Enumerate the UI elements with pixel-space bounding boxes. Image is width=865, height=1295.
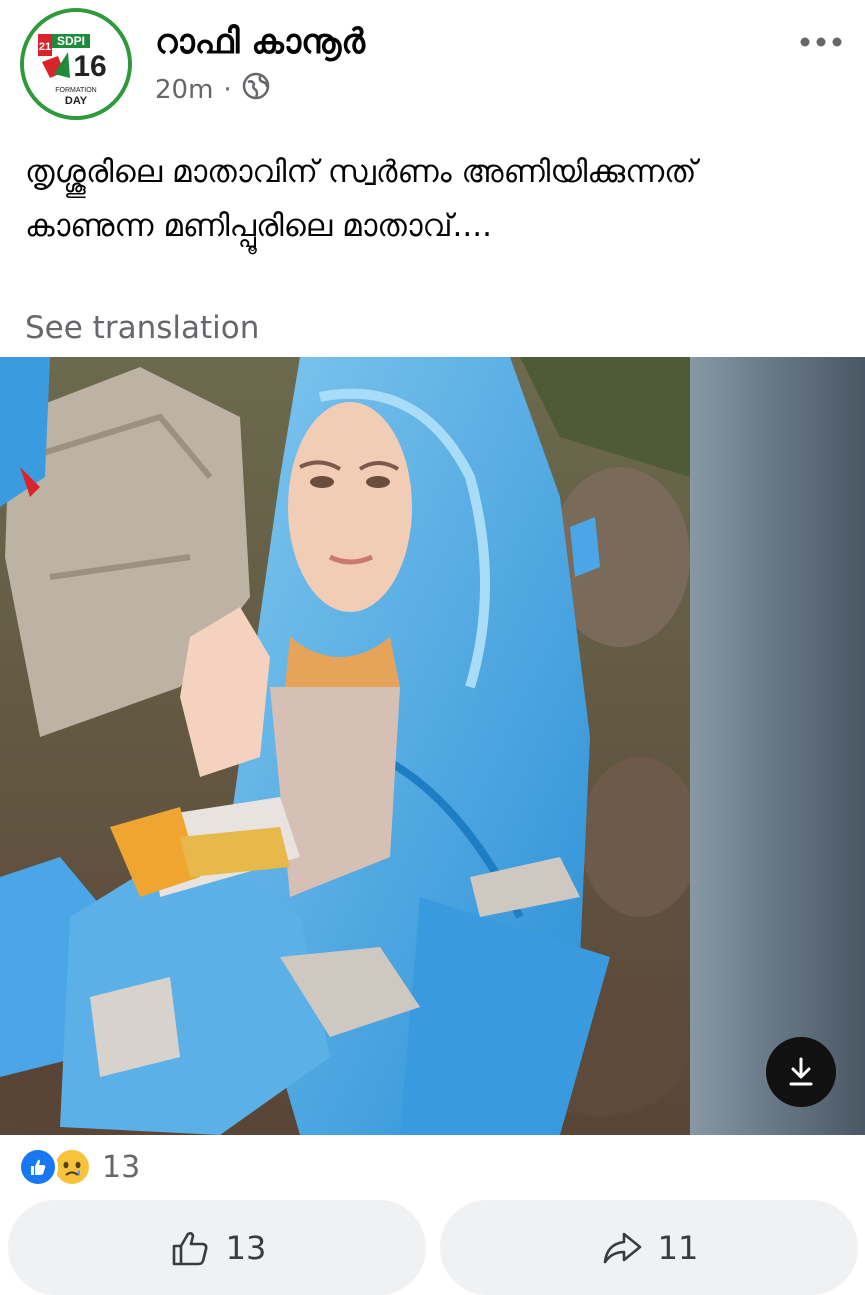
post-text: തൃശ്ശൂരിലെ മാതാവിന് സ്വർണം അണിയിക്കുന്നത… — [25, 154, 697, 244]
like-reaction-icon — [18, 1147, 58, 1187]
avatar[interactable]: 21 SDPI 16 FORMATION DAY — [20, 8, 132, 120]
share-icon — [603, 1232, 641, 1263]
reactions-summary[interactable]: 13 — [18, 1145, 140, 1189]
share-button[interactable]: 11 — [440, 1200, 858, 1295]
post-photo[interactable] — [0, 357, 865, 1135]
logo-day: DAY — [65, 95, 88, 107]
see-translation-link[interactable]: See translation — [25, 310, 259, 346]
meta-separator: · — [223, 74, 232, 105]
logo-21: 21 — [39, 41, 51, 53]
download-button[interactable] — [766, 1037, 836, 1107]
logo-16: 16 — [73, 50, 106, 83]
share-count: 11 — [657, 1228, 699, 1267]
statue-photo — [0, 357, 865, 1135]
reaction-count: 13 — [102, 1149, 141, 1185]
logo-formation: FORMATION — [55, 87, 96, 94]
logo-brand: SDPI — [57, 34, 85, 48]
globe-icon — [242, 72, 270, 107]
like-button[interactable]: 13 — [8, 1200, 426, 1295]
post-time[interactable]: 20m — [155, 75, 213, 105]
post-meta: 20m · — [155, 72, 270, 107]
author-name[interactable]: റാഫി കാനൂർ — [155, 22, 365, 62]
more-options-icon[interactable] — [799, 20, 843, 64]
post-header: 21 SDPI 16 FORMATION DAY റാഫി കാനൂർ 20m … — [0, 0, 865, 135]
thumbs-up-icon — [172, 1231, 208, 1265]
download-icon — [789, 1057, 813, 1086]
sad-reaction-icon — [52, 1147, 92, 1187]
sdpi-logo: 21 SDPI 16 FORMATION DAY — [24, 12, 128, 116]
like-count: 13 — [225, 1228, 267, 1267]
